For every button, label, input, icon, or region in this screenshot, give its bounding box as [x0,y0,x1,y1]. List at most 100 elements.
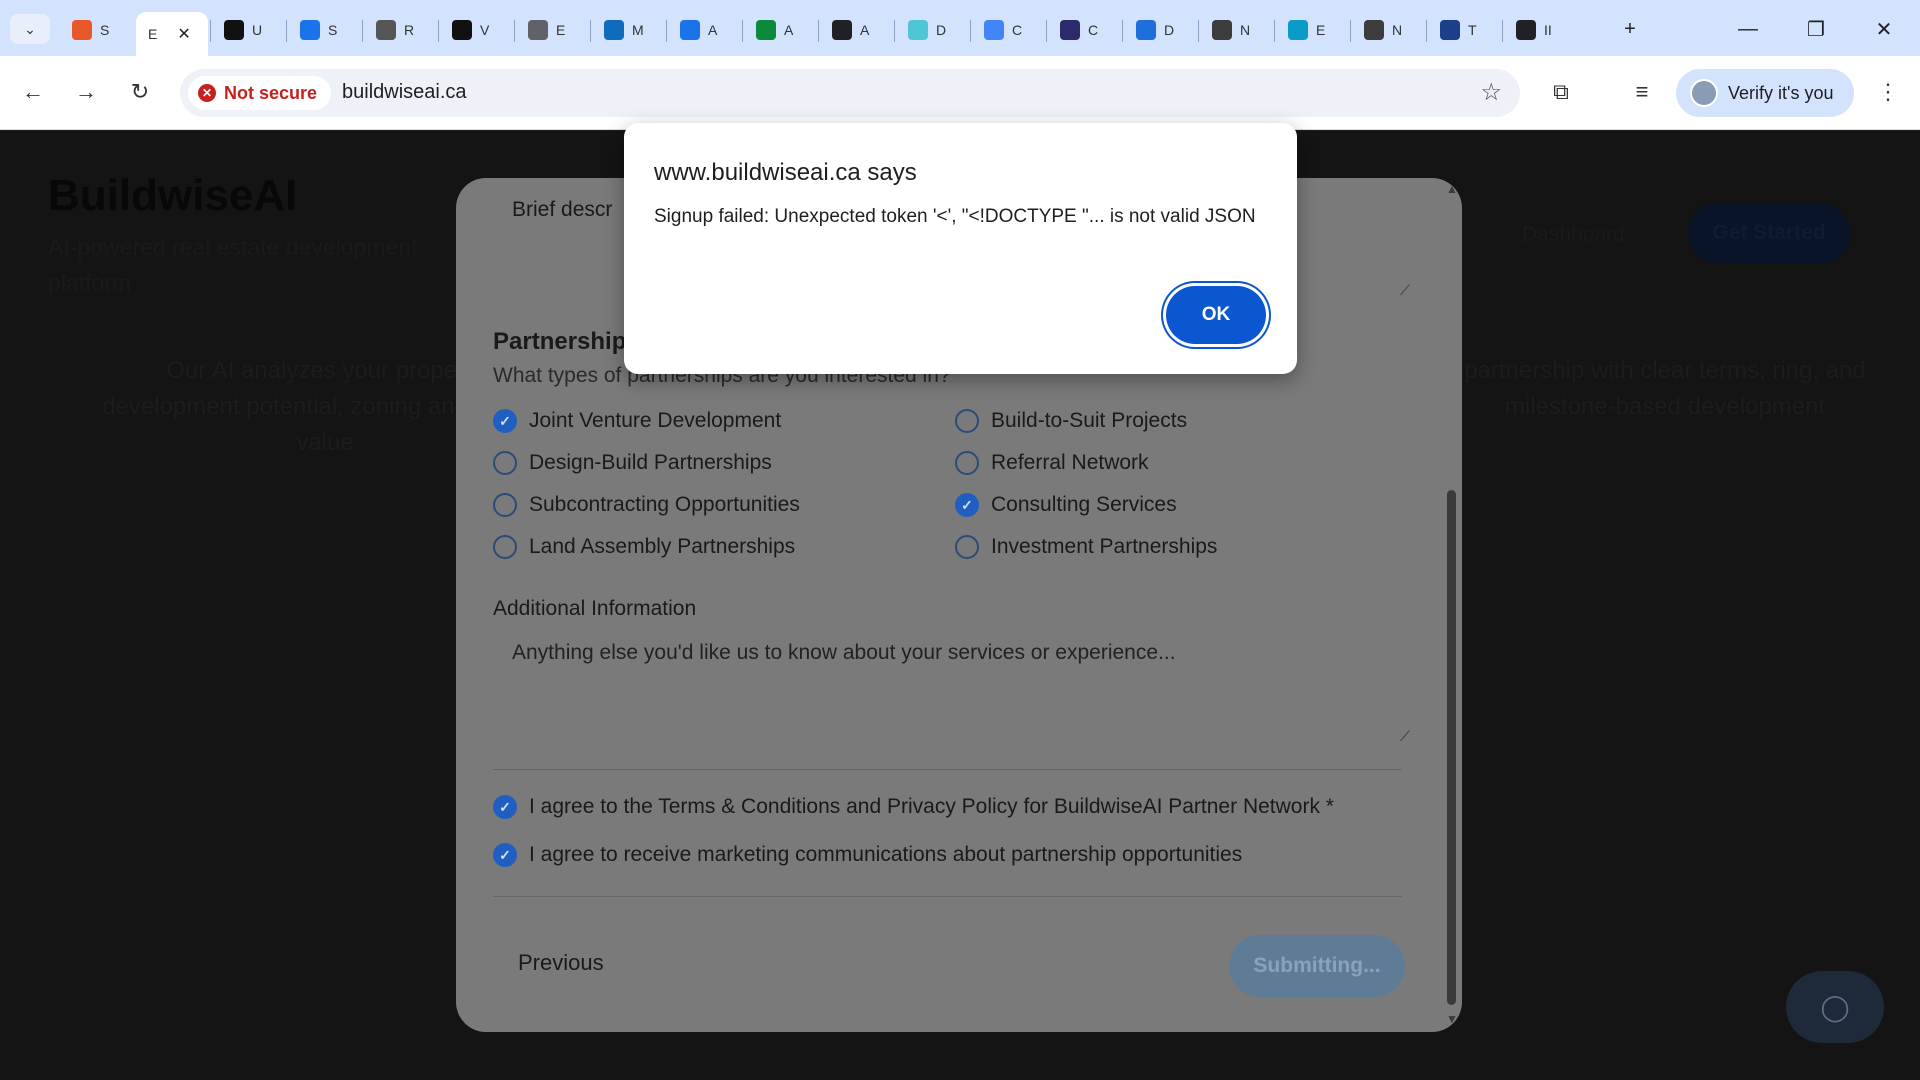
get-started-button[interactable]: Get Started [1688,203,1850,263]
chat-button[interactable]: ◯ [1786,971,1884,1043]
browser-tab[interactable]: N [1352,12,1424,48]
agree-terms-label: I agree to the Terms & Conditions and Pr… [529,795,1334,818]
playlist-icon: ≡ [1635,79,1649,104]
browser-toolbar: ← → ↻ ✕ Not secure buildwiseai.ca ☆ ⧉ ≡ … [0,56,1920,130]
partnership-option[interactable]: Investment Partnerships [955,535,1217,559]
browser-tab[interactable]: T [1428,12,1500,48]
close-window-button[interactable]: ✕ [1864,14,1904,44]
nav-dashboard[interactable]: Dashboard [1522,223,1625,247]
browser-tab[interactable]: D [896,12,968,48]
tab-favicon-icon [908,20,928,40]
profile-label: Verify it's you [1728,82,1834,103]
browser-tab[interactable]: V [440,12,512,48]
plus-icon: + [1624,17,1636,40]
agree-marketing-label: I agree to receive marketing communicati… [529,843,1243,866]
partnership-option[interactable]: ✓ Consulting Services [955,493,1177,517]
puzzle-icon: ⧉ [1553,79,1569,104]
browser-tab[interactable]: E [1276,12,1348,48]
scroll-down-icon[interactable]: ▼ [1446,1012,1458,1026]
tab-favicon-icon [604,20,624,40]
tab-label: A [784,22,794,38]
tab-search-button[interactable]: ⌄ [10,14,50,44]
tab-close-icon[interactable]: ✕ [177,24,190,44]
previous-button[interactable]: Previous [518,950,604,976]
tab-favicon-icon [1060,20,1080,40]
agree-marketing-checkbox[interactable]: ✓ I agree to receive marketing communica… [493,843,1242,867]
partnership-option-label: Consulting Services [991,493,1177,516]
url-text[interactable]: buildwiseai.ca [342,81,467,104]
tab-separator [1426,20,1427,42]
arrow-right-icon: → [75,79,97,104]
warning-icon: ✕ [198,84,216,102]
brief-description-field[interactable]: Brief descr [512,198,612,222]
scrollbar-thumb[interactable] [1447,490,1456,1005]
partnership-option[interactable]: Subcontracting Opportunities [493,493,800,517]
bookmark-star-icon[interactable]: ☆ [1480,78,1502,107]
partnership-option[interactable]: Referral Network [955,451,1149,475]
partnership-option[interactable]: ✓ Joint Venture Development [493,409,781,433]
tab-label: D [1164,22,1175,38]
partnership-option-label: Land Assembly Partnerships [529,535,796,558]
partnership-option[interactable]: Land Assembly Partnerships [493,535,795,559]
tab-favicon-icon [1364,20,1384,40]
tab-label: D [936,22,947,38]
tab-label: S [100,22,110,38]
tab-favicon-icon [452,20,472,40]
tab-favicon-icon [376,20,396,40]
checkbox-empty-icon [493,535,517,559]
scroll-up-icon[interactable]: ▲ [1446,182,1458,196]
browser-tab[interactable]: A [820,12,892,48]
partnership-option[interactable]: Design-Build Partnerships [493,451,772,475]
restore-button[interactable]: ❐ [1796,14,1836,44]
security-chip[interactable]: ✕ Not secure [188,76,332,110]
resize-handle-icon[interactable]: ⟋ [1400,282,1410,299]
checkbox-empty-icon [493,493,517,517]
tab-favicon-icon [1516,20,1536,40]
browser-tab[interactable]: S [60,12,132,48]
resize-handle-icon[interactable]: ⟋ [1400,728,1410,745]
tab-label: A [708,22,718,38]
tab-separator [666,20,667,42]
browser-tab[interactable]: E [516,12,588,48]
browser-tab[interactable]: N [1200,12,1272,48]
partnership-heading: Partnership [493,328,627,355]
tab-label: T [1468,22,1477,38]
browser-tab[interactable]: D [1124,12,1196,48]
browser-tab[interactable]: S [288,12,360,48]
dialog-title: www.buildwiseai.ca says [654,159,917,186]
back-button[interactable]: ← [15,74,51,110]
minimize-button[interactable]: — [1728,14,1768,44]
tab-label: C [1088,22,1099,38]
tab-separator [1122,20,1123,42]
tab-label: M [632,22,644,38]
browser-tab[interactable]: R [364,12,436,48]
tab-label: E [556,22,566,38]
partnership-option-label: Design-Build Partnerships [529,451,772,474]
browser-tab[interactable]: C [972,12,1044,48]
menu-button[interactable]: ⋮ [1870,74,1906,110]
brand-tagline: AI-powered real estate development platf… [48,234,418,296]
browser-tab[interactable]: E ✕ [136,12,208,56]
browser-tab[interactable]: A [668,12,740,48]
tab-separator [286,20,287,42]
profile-button[interactable]: Verify it's you [1676,69,1854,117]
submit-button[interactable]: Submitting... [1229,935,1405,997]
additional-info-field[interactable]: Anything else you'd like us to know abou… [512,641,1392,665]
browser-tab[interactable]: C [1048,12,1120,48]
new-tab-button[interactable]: + [1610,14,1650,44]
agree-terms-checkbox[interactable]: ✓ I agree to the Terms & Conditions and … [493,795,1334,819]
checkmark-icon: ✓ [493,409,517,433]
browser-tab[interactable]: M [592,12,664,48]
browser-tab[interactable]: II [1504,12,1576,48]
media-button[interactable]: ≡ [1624,74,1660,110]
reload-button[interactable]: ↻ [122,74,158,110]
ok-button[interactable]: OK [1166,286,1266,344]
avatar [1690,79,1718,107]
partnership-option[interactable]: Build-to-Suit Projects [955,409,1187,433]
forward-button[interactable]: → [68,74,104,110]
address-bar[interactable]: ✕ Not secure buildwiseai.ca ☆ [180,69,1520,117]
browser-tab[interactable]: A [744,12,816,48]
extensions-button[interactable]: ⧉ [1543,74,1579,110]
browser-tab[interactable]: U [212,12,284,48]
more-vert-icon: ⋮ [1877,79,1899,104]
